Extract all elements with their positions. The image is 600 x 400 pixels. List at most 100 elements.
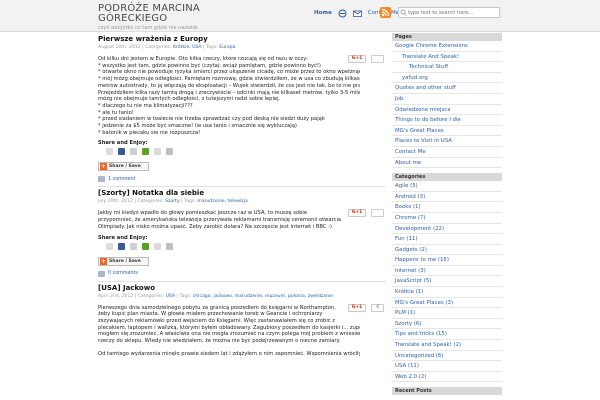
- page-link[interactable]: Technical Stuff: [392, 62, 502, 73]
- post-title[interactable]: [Szorty] Notatka dla siebie: [98, 189, 386, 198]
- stumbleupon-icon[interactable]: [142, 242, 149, 250]
- category-link[interactable]: Fun (11): [392, 234, 502, 245]
- category-count: (5): [410, 183, 418, 190]
- blog-description: czyli wszystko co tam gdzie nie nazwisk: [98, 25, 198, 31]
- facebook-icon[interactable]: [118, 242, 125, 250]
- comments-link[interactable]: 1 comment: [98, 175, 386, 183]
- category-link[interactable]: PLM (1): [392, 308, 502, 319]
- category-label: Szorty: [395, 320, 413, 327]
- page-link[interactable]: Contact Me: [392, 147, 502, 158]
- category-link[interactable]: MG's Great Places (3): [392, 298, 502, 309]
- category-link[interactable]: Agile (5): [392, 181, 502, 192]
- plus-icon: +: [100, 163, 107, 171]
- post-tags[interactable]: Europa: [219, 45, 235, 50]
- category-link[interactable]: Szorty (6): [392, 319, 502, 330]
- email-icon[interactable]: [154, 148, 161, 156]
- post-date: April 2nd, 2012: [98, 293, 134, 299]
- print-icon[interactable]: [130, 148, 137, 156]
- tags-label: Tags:: [184, 199, 196, 205]
- category-count: (2): [419, 246, 427, 253]
- stumbleupon-icon[interactable]: [142, 148, 149, 156]
- post: [USA] Jackowo April 2nd, 2012 | Categori…: [98, 284, 386, 359]
- category-count: (5): [423, 278, 432, 285]
- rss-icon[interactable]: [380, 7, 391, 18]
- page-link[interactable]: Things to do before I die: [392, 115, 502, 126]
- post-date: August 10th, 2012: [98, 45, 141, 50]
- comment-count-bubble[interactable]: [371, 209, 384, 218]
- page-link[interactable]: MG's Great Places: [392, 126, 502, 137]
- body-line: * ale tu tanio!: [98, 109, 134, 116]
- category-link[interactable]: Development (22): [392, 224, 502, 235]
- categories-heading: Categories: [392, 173, 502, 182]
- post-date: July 29th, 2012: [98, 199, 133, 205]
- post-title[interactable]: [USA] Jackowo: [98, 284, 386, 293]
- category-link[interactable]: Krótkie (1): [392, 287, 502, 298]
- category-count: (11): [406, 236, 418, 243]
- digg-icon[interactable]: [106, 148, 113, 156]
- page-link[interactable]: Odwiedzone miejsca: [392, 105, 502, 116]
- facebook-icon[interactable]: [118, 148, 125, 156]
- category-link[interactable]: Android (3): [392, 192, 502, 203]
- category-link[interactable]: Uncategorized (6): [392, 351, 502, 362]
- category-count: (6): [413, 320, 422, 327]
- body-line: mogłem się zrozumieć. A właściwie ona ni…: [98, 331, 360, 338]
- comment-count-bubble[interactable]: [371, 55, 384, 63]
- search-input[interactable]: [398, 7, 500, 18]
- print-icon[interactable]: [130, 242, 137, 250]
- pdf-icon[interactable]: [166, 148, 173, 156]
- page-link[interactable]: Translate And Speak!: [392, 52, 502, 63]
- post-body: Pierwszego dnia samodzielnego pobytu za …: [98, 305, 360, 359]
- category-count: (2): [418, 373, 427, 380]
- body-line: Od tamtego wydarzenia minęło prawie sied…: [98, 351, 360, 358]
- comment-icon: [98, 176, 105, 183]
- post-title[interactable]: Pierwsze wrażenia z Europy: [98, 35, 386, 44]
- page-link[interactable]: About me: [392, 158, 502, 169]
- body-line: Od kilku dni jestem w Europie. Oto kilka…: [98, 56, 308, 62]
- category-link[interactable]: Gadgets (2): [392, 245, 502, 256]
- google-plus-button[interactable]: G+1: [348, 209, 366, 218]
- category-count: (2): [453, 342, 462, 349]
- share-save-button[interactable]: + Share / Save: [98, 256, 149, 266]
- google-plus-button[interactable]: G+1: [348, 303, 366, 312]
- post-categories[interactable]: USA: [166, 294, 176, 299]
- category-link[interactable]: JavaScript (5): [392, 276, 502, 288]
- post-tags[interactable]: chicago, jackowo, marudzenie, muzeum, po…: [193, 294, 333, 299]
- share-save-button[interactable]: + Share / Save: [98, 162, 149, 172]
- body-line: * jedzenie za $5 może być smaczne! (w us…: [98, 123, 297, 130]
- comment-count-bubble[interactable]: 4: [371, 303, 384, 312]
- category-link[interactable]: Internet (3): [392, 266, 502, 277]
- digg-icon[interactable]: [106, 242, 113, 250]
- mail-icon[interactable]: [352, 9, 362, 18]
- category-link[interactable]: Books (1): [392, 202, 502, 213]
- pdf-icon[interactable]: [166, 242, 173, 250]
- category-link[interactable]: Translate and Speak! (2): [392, 340, 502, 351]
- post-body: Od kilku dni jestem w Europie. Oto kilka…: [98, 56, 360, 136]
- nav-home-link[interactable]: Home: [314, 10, 332, 16]
- page-link[interactable]: Quotes and other stuff: [392, 83, 502, 94]
- share-save-label: Share / Save: [109, 258, 141, 264]
- category-label: Translate and Speak!: [395, 342, 452, 349]
- page-link[interactable]: Google Chrome Extensions: [392, 41, 502, 52]
- post-categories[interactable]: Krótkie, USA: [173, 45, 202, 50]
- email-icon[interactable]: [154, 242, 161, 250]
- category-link[interactable]: Tips and tricks (15): [392, 329, 502, 341]
- page-link[interactable]: Job: [392, 94, 502, 105]
- page-link[interactable]: Places to Visit in USA: [392, 136, 502, 147]
- body-line: zszywających reklamówki przed wejściem d…: [98, 317, 336, 324]
- category-link[interactable]: Web 2.0 (2): [392, 372, 502, 383]
- page-link[interactable]: yafud.org: [392, 73, 502, 84]
- post-meta: August 10th, 2012 | Categories: Krótkie,…: [98, 45, 236, 50]
- category-link[interactable]: Chrome (7): [392, 213, 502, 224]
- google-plus-button[interactable]: G+1: [348, 55, 366, 63]
- comments-link[interactable]: 0 comments: [98, 270, 386, 278]
- category-link[interactable]: Happens to me (16): [392, 255, 502, 266]
- body-line: żeby kupić plan miasta. W głowie miałem …: [98, 311, 323, 318]
- delicious-icon[interactable]: [338, 9, 347, 18]
- blog-title[interactable]: PODRÓŻE MARCINA GÓRECKIEGO: [98, 4, 218, 24]
- post: [Szorty] Notatka dla siebie July 29th, 2…: [98, 189, 386, 282]
- category-link[interactable]: USA (11): [392, 361, 502, 372]
- post-categories[interactable]: Szorty: [165, 199, 180, 204]
- post-meta: July 29th, 2012 | Categories: Szorty | T…: [98, 199, 248, 205]
- body-line: metrów autostrady, to ją włączają do eks…: [98, 82, 360, 89]
- post-tags[interactable]: marudzenie, telewizja: [197, 199, 247, 204]
